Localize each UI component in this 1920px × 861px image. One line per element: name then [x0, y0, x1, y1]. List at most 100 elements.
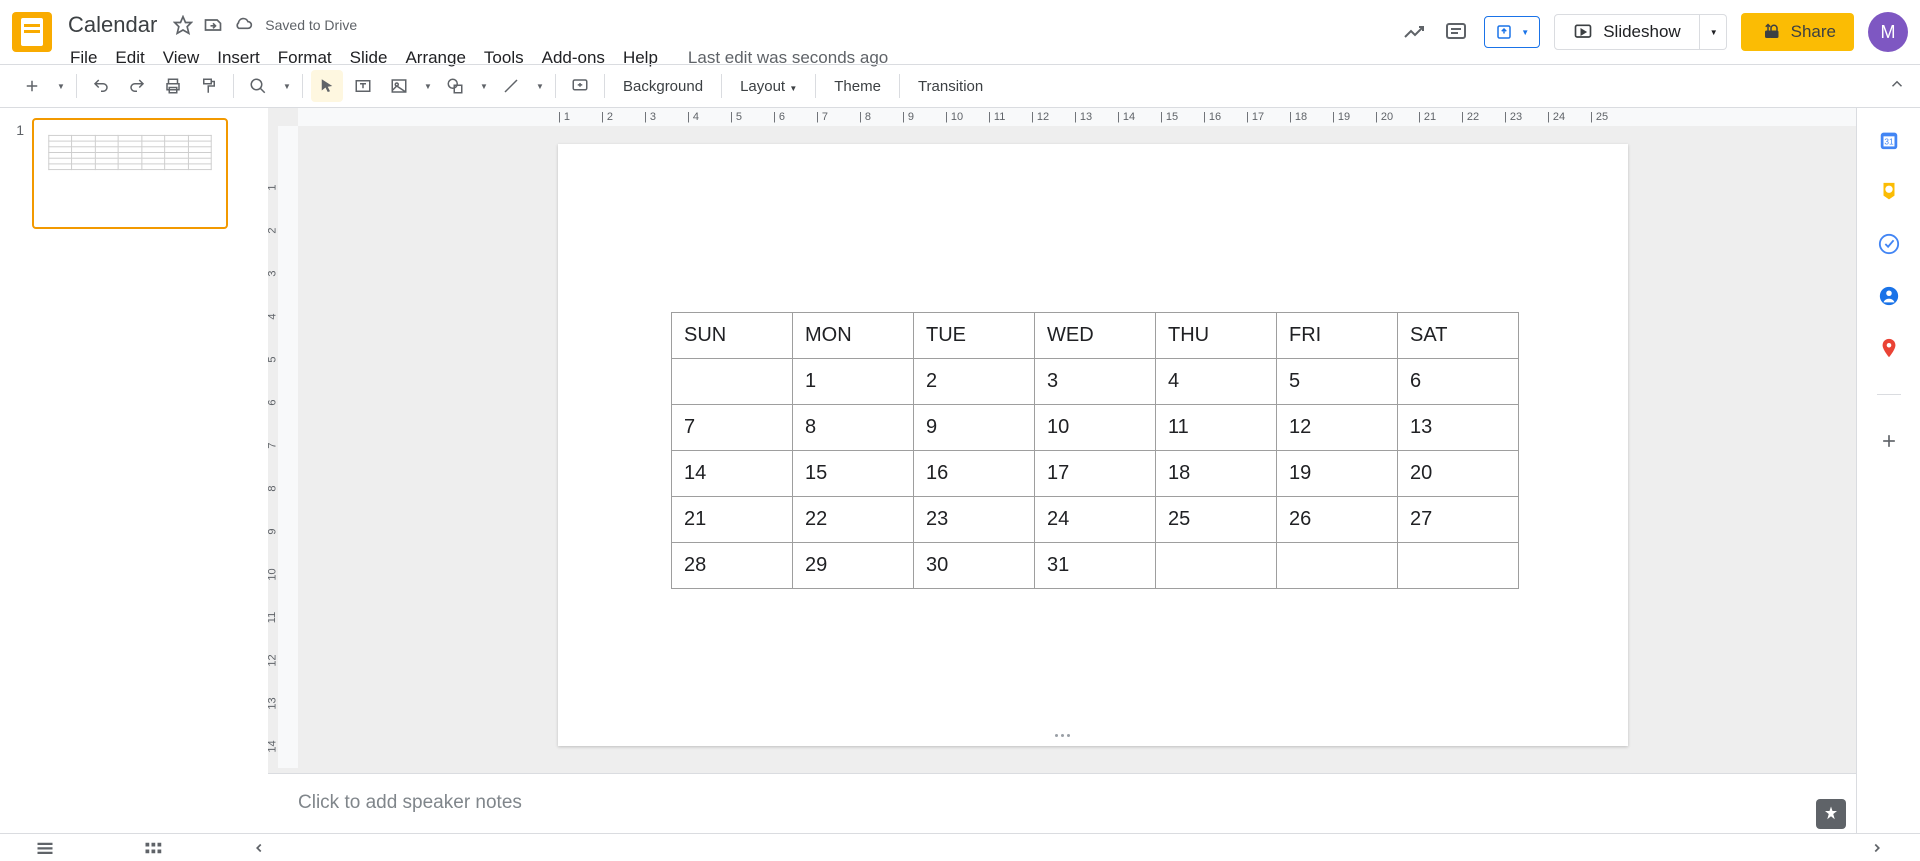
calendar-header[interactable]: FRI [1277, 313, 1398, 359]
calendar-cell[interactable]: 18 [1156, 451, 1277, 497]
calendar-cell[interactable] [672, 359, 793, 405]
keep-addon-icon[interactable] [1877, 180, 1901, 204]
calendar-cell[interactable]: 31 [1035, 543, 1156, 589]
share-button[interactable]: Share [1741, 13, 1854, 51]
calendar-cell[interactable]: 20 [1398, 451, 1519, 497]
speaker-notes[interactable]: Click to add speaker notes [268, 773, 1856, 833]
layout-button[interactable]: Layout ▼ [730, 72, 807, 101]
workspace: 1 | 1| 2| 3| 4| 5| 6| 7| 8| 9| 10| 11| 1… [0, 108, 1920, 861]
theme-button[interactable]: Theme [824, 72, 891, 101]
slideshow-button[interactable]: Slideshow [1554, 14, 1700, 50]
calendar-cell[interactable]: 10 [1035, 405, 1156, 451]
move-icon[interactable] [203, 15, 223, 35]
calendar-cell[interactable]: 24 [1035, 497, 1156, 543]
print-button[interactable] [157, 70, 189, 102]
calendar-header[interactable]: WED [1035, 313, 1156, 359]
calendar-cell[interactable]: 11 [1156, 405, 1277, 451]
calendar-header[interactable]: THU [1156, 313, 1277, 359]
notes-resize-handle[interactable] [1037, 730, 1087, 740]
calendar-cell[interactable]: 30 [914, 543, 1035, 589]
tasks-addon-icon[interactable] [1877, 232, 1901, 256]
redo-button[interactable] [121, 70, 153, 102]
contacts-addon-icon[interactable] [1877, 284, 1901, 308]
image-dropdown[interactable]: ▼ [419, 70, 435, 102]
calendar-cell[interactable]: 22 [793, 497, 914, 543]
bottom-bar [0, 833, 1920, 861]
line-tool[interactable] [495, 70, 527, 102]
calendar-addon-icon[interactable]: 31 [1877, 128, 1901, 152]
calendar-cell[interactable]: 7 [672, 405, 793, 451]
image-tool[interactable] [383, 70, 415, 102]
calendar-cell[interactable]: 6 [1398, 359, 1519, 405]
calendar-cell[interactable]: 29 [793, 543, 914, 589]
slideshow-label: Slideshow [1603, 22, 1681, 42]
calendar-cell[interactable]: 14 [672, 451, 793, 497]
calendar-cell[interactable]: 23 [914, 497, 1035, 543]
calendar-cell[interactable]: 27 [1398, 497, 1519, 543]
calendar-cell[interactable]: 26 [1277, 497, 1398, 543]
calendar-cell[interactable]: 8 [793, 405, 914, 451]
cloud-icon[interactable] [233, 15, 253, 35]
transition-button[interactable]: Transition [908, 72, 993, 101]
calendar-table[interactable]: SUNMONTUEWEDTHUFRISAT1234567891011121314… [671, 312, 1519, 589]
saved-status: Saved to Drive [265, 17, 357, 33]
line-dropdown[interactable]: ▼ [531, 70, 547, 102]
new-slide-dropdown[interactable]: ▼ [52, 70, 68, 102]
calendar-cell[interactable]: 2 [914, 359, 1035, 405]
zoom-button[interactable] [242, 70, 274, 102]
calendar-cell[interactable]: 15 [793, 451, 914, 497]
comments-icon[interactable] [1442, 18, 1470, 46]
explore-button[interactable] [1816, 799, 1846, 829]
slide-thumbnail-1[interactable]: 1 [8, 118, 260, 229]
present-share-icon[interactable]: ▼ [1484, 16, 1540, 48]
calendar-cell[interactable]: 13 [1398, 405, 1519, 451]
shape-tool[interactable] [439, 70, 471, 102]
collapse-toolbar-icon[interactable] [1888, 75, 1906, 93]
calendar-cell[interactable]: 4 [1156, 359, 1277, 405]
star-icon[interactable] [173, 15, 193, 35]
account-avatar[interactable]: M [1868, 12, 1908, 52]
document-title[interactable]: Calendar [62, 10, 163, 40]
vertical-ruler: 1234567891011121314 [278, 126, 298, 768]
activity-icon[interactable] [1400, 18, 1428, 46]
calendar-header[interactable]: TUE [914, 313, 1035, 359]
select-tool[interactable] [311, 70, 343, 102]
calendar-cell[interactable]: 12 [1277, 405, 1398, 451]
calendar-cell[interactable]: 9 [914, 405, 1035, 451]
collapse-filmstrip-icon[interactable] [252, 841, 266, 855]
calendar-cell[interactable] [1277, 543, 1398, 589]
filmstrip-view-icon[interactable] [36, 841, 54, 855]
filmstrip[interactable]: 1 [0, 108, 268, 861]
calendar-header[interactable]: SUN [672, 313, 793, 359]
calendar-cell[interactable] [1398, 543, 1519, 589]
new-slide-button[interactable] [16, 70, 48, 102]
calendar-cell[interactable] [1156, 543, 1277, 589]
undo-button[interactable] [85, 70, 117, 102]
grid-view-icon[interactable] [144, 841, 162, 855]
toolbar: ▼ ▼ ▼ ▼ ▼ Background Layout ▼ Theme Tran… [0, 64, 1920, 108]
textbox-tool[interactable] [347, 70, 379, 102]
calendar-cell[interactable]: 25 [1156, 497, 1277, 543]
slide-canvas[interactable]: SUNMONTUEWEDTHUFRISAT1234567891011121314… [558, 144, 1628, 746]
comment-button[interactable] [564, 70, 596, 102]
maps-addon-icon[interactable] [1877, 336, 1901, 360]
slideshow-dropdown[interactable]: ▼ [1700, 14, 1727, 50]
calendar-cell[interactable]: 17 [1035, 451, 1156, 497]
canvas-area[interactable]: | 1| 2| 3| 4| 5| 6| 7| 8| 9| 10| 11| 12|… [268, 108, 1856, 861]
slides-app-icon[interactable] [12, 12, 52, 52]
calendar-header[interactable]: MON [793, 313, 914, 359]
calendar-cell[interactable]: 1 [793, 359, 914, 405]
calendar-cell[interactable]: 16 [914, 451, 1035, 497]
calendar-cell[interactable]: 5 [1277, 359, 1398, 405]
calendar-cell[interactable]: 3 [1035, 359, 1156, 405]
add-addon-icon[interactable] [1877, 429, 1901, 453]
calendar-cell[interactable]: 28 [672, 543, 793, 589]
zoom-dropdown[interactable]: ▼ [278, 70, 294, 102]
show-sidebar-icon[interactable] [1870, 841, 1884, 855]
calendar-header[interactable]: SAT [1398, 313, 1519, 359]
calendar-cell[interactable]: 19 [1277, 451, 1398, 497]
calendar-cell[interactable]: 21 [672, 497, 793, 543]
shape-dropdown[interactable]: ▼ [475, 70, 491, 102]
background-button[interactable]: Background [613, 72, 713, 101]
paint-format-button[interactable] [193, 70, 225, 102]
